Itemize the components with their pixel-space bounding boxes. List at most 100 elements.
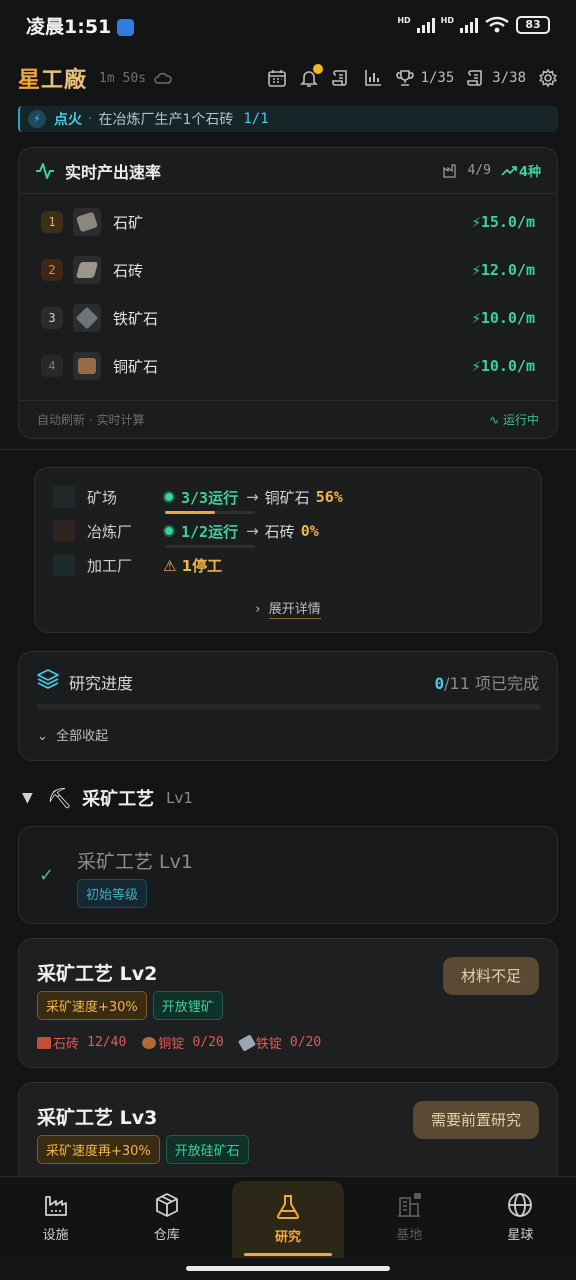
- chevron-right-icon: ›: [255, 602, 261, 617]
- iron-ingot-icon: [237, 1033, 256, 1052]
- material-stone-brick: 石砖 12/40: [37, 1033, 126, 1052]
- quests-count: 3/38: [492, 70, 526, 86]
- tech-card-lv1: ✓ 采矿工艺 Lv1 初始等级: [18, 826, 558, 924]
- facility-row-mine[interactable]: 矿场 3/3运行 → 铜矿石 56%: [53, 486, 343, 508]
- tech-section-header[interactable]: ▼ ⛏ 采矿工艺 Lv1: [22, 785, 193, 811]
- trophy-icon: [395, 70, 414, 86]
- smelter-progress-bar: [165, 545, 255, 548]
- production-card-header: 实时产出速率 4/9 4种: [19, 148, 557, 194]
- arrow: →: [246, 522, 259, 540]
- facility-row-processor[interactable]: 加工厂 ⚠ 1停工: [53, 554, 222, 576]
- facility-row-smelter[interactable]: 冶炼厂 1/2运行 → 石砖 0%: [53, 520, 319, 542]
- research-progress-card: 研究进度 0/11 项已完成 ⌄ 全部收起: [18, 651, 558, 761]
- collapse-all-button[interactable]: ⌄ 全部收起: [37, 725, 108, 744]
- building-icon: [398, 1193, 422, 1217]
- active-task-banner[interactable]: ⚡ 点火 · 在冶炼厂生产1个石砖 1/1: [18, 106, 558, 132]
- tab-research[interactable]: 研究: [232, 1181, 344, 1258]
- facility-name: 矿场: [87, 488, 118, 507]
- mine-icon: [53, 486, 75, 508]
- facility-name: 加工厂: [87, 556, 133, 575]
- product-name: 铜矿石: [113, 357, 159, 376]
- trend-up-icon: [501, 165, 517, 176]
- signal-icon: [460, 17, 478, 33]
- warning-status: ⚠ 1停工: [163, 556, 223, 575]
- running-dot: [163, 525, 175, 537]
- update-icon: [117, 18, 135, 36]
- app-title-rest: 工廠: [41, 68, 88, 93]
- insufficient-materials-button[interactable]: 材料不足: [442, 957, 539, 995]
- quests-counter[interactable]: 3/38: [466, 68, 526, 88]
- tab-planet[interactable]: 星球: [465, 1177, 576, 1258]
- list-item: 2 石砖 ⚡12.0/m: [19, 246, 557, 294]
- mine-progress-bar: [165, 511, 255, 514]
- tech-title: 采矿工艺 Lv1: [77, 851, 193, 873]
- tech-title: 采矿工艺 Lv3: [37, 1107, 158, 1129]
- bar-chart-icon[interactable]: [363, 68, 383, 88]
- cloud-icon: [154, 72, 172, 84]
- signal-icon: [416, 17, 435, 33]
- status-bar: 凌晨1:51 HD HD 83: [0, 0, 576, 50]
- lock-icon: [414, 1193, 422, 1199]
- scroll-icon[interactable]: [331, 68, 351, 88]
- pickaxe-icon: ⛏: [46, 786, 73, 810]
- battery-indicator: 83: [516, 16, 550, 34]
- tech-title: 采矿工艺 Lv2: [37, 963, 158, 985]
- facility-name: 冶炼厂: [87, 522, 133, 541]
- product-count: 4/9: [467, 163, 491, 178]
- stone-brick-icon: [73, 256, 101, 284]
- task-separator: ·: [88, 111, 93, 127]
- chevron-down-icon: ⌄: [37, 729, 48, 744]
- research-progress-bar: [37, 704, 541, 710]
- tab-label: 仓库: [153, 1228, 180, 1243]
- status-time: 凌晨1:51: [26, 15, 112, 38]
- product-name: 铁矿石: [113, 309, 159, 328]
- facility-product: 铜矿石: [264, 488, 310, 507]
- tab-base[interactable]: 基地: [354, 1177, 465, 1258]
- requires-prerequisite-button[interactable]: 需要前置研究: [412, 1101, 539, 1139]
- tab-warehouse[interactable]: 仓库: [111, 1177, 222, 1258]
- list-item: 1 石矿 ⚡15.0/m: [19, 198, 557, 246]
- home-indicator[interactable]: [186, 1266, 390, 1271]
- bell-icon[interactable]: [299, 64, 323, 88]
- tech-card-lv2: 采矿工艺 Lv2 采矿速度+30% 开放锂矿 材料不足 石砖 12/40 铜锭 …: [18, 938, 558, 1068]
- hd-label-1: HD: [397, 16, 411, 25]
- rank-badge: 1: [41, 211, 63, 233]
- running-dot: [163, 491, 175, 503]
- material-iron-ingot: 铁锭 0/20: [237, 1033, 321, 1052]
- tab-label: 星球: [507, 1228, 534, 1243]
- achievements-counter[interactable]: 1/35: [395, 68, 455, 88]
- smelter-icon: [53, 520, 75, 542]
- facility-percent: 56%: [315, 488, 343, 506]
- tech-effect-tag: 采矿速度+30%: [37, 991, 147, 1020]
- running-status: ∿ 运行中: [489, 413, 539, 427]
- tab-facilities[interactable]: 设施: [0, 1177, 111, 1258]
- tab-label: 研究: [275, 1230, 302, 1245]
- rank-badge: 2: [41, 259, 63, 281]
- hd-label-2: HD: [440, 16, 454, 25]
- expand-details-button[interactable]: › 展开详情: [35, 598, 541, 619]
- chevron-down-icon: ▼: [22, 790, 33, 806]
- notification-dot: [312, 64, 323, 74]
- materials-list: 石砖 12/40 铜锭 0/20 铁锭 0/20: [37, 1033, 321, 1052]
- factory-icon: [44, 1196, 67, 1216]
- task-progress: 1/1: [243, 111, 269, 127]
- copper-ingot-icon: [142, 1036, 157, 1049]
- product-rate: ⚡10.0/m: [471, 357, 535, 375]
- stone-ore-icon: [73, 208, 101, 236]
- rank-badge: 4: [41, 355, 63, 377]
- list-item: 3 铁矿石 ⚡10.0/m: [19, 294, 557, 342]
- calendar-icon[interactable]: [267, 68, 287, 88]
- list-item: 4 铜矿石 ⚡10.0/m: [19, 342, 557, 390]
- tech-unlock-tag: 开放硅矿石: [165, 1135, 249, 1164]
- app-title: 星工廠: [18, 62, 87, 94]
- expand-label: 展开详情: [268, 602, 321, 619]
- bottom-nav: 设施 仓库 研究 基地 星球: [0, 1176, 576, 1258]
- production-card-title: 实时产出速率: [65, 162, 162, 182]
- rank-badge: 3: [41, 307, 63, 329]
- achievements-count: 1/35: [420, 70, 455, 86]
- factory-small-icon: [443, 163, 457, 178]
- kinds-trend: 4种: [501, 161, 541, 180]
- gear-icon[interactable]: [538, 68, 558, 88]
- session-timer: 1m 50s: [99, 70, 146, 86]
- tab-label: 设施: [42, 1228, 69, 1243]
